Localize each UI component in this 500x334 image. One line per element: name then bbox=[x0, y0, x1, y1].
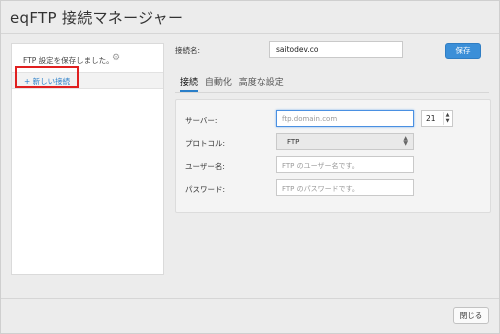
protocol-value: FTP bbox=[287, 138, 300, 146]
window-title: eqFTP 接続マネージャー bbox=[10, 9, 184, 27]
tab-connection[interactable]: 接続 bbox=[180, 75, 199, 92]
select-arrows-icon: ▲ ▼ bbox=[403, 135, 408, 147]
save-button[interactable]: 保存 bbox=[445, 43, 481, 59]
username-input[interactable]: FTP のユーザー名です。 bbox=[276, 156, 414, 173]
connection-manager-window: eqFTP 接続マネージャー FTP 設定を保存しました。 ⚙ + 新しい接続 … bbox=[0, 0, 500, 334]
footer-divider bbox=[1, 298, 499, 299]
gear-icon[interactable]: ⚙ bbox=[112, 53, 120, 63]
close-button[interactable]: 閉じる bbox=[453, 307, 489, 324]
annotation-highlight-box bbox=[15, 66, 79, 88]
password-input[interactable]: FTP のパスワードです。 bbox=[276, 179, 414, 196]
server-input[interactable]: ftp.domain.com bbox=[276, 110, 414, 127]
settings-tabs: 接続 自動化 高度な設定 bbox=[180, 75, 288, 92]
connection-form: サーバー: ftp.domain.com 21 ▲ ▼ プロトコル: FTP ▲ ▼… bbox=[175, 99, 491, 213]
save-status-message: FTP 設定を保存しました。 bbox=[23, 56, 114, 65]
username-label: ユーザー名: bbox=[185, 162, 225, 171]
server-label: サーバー: bbox=[185, 116, 218, 125]
port-value: 21 bbox=[426, 114, 436, 123]
tab-advanced[interactable]: 高度な設定 bbox=[239, 75, 284, 88]
protocol-label: プロトコル: bbox=[185, 139, 226, 148]
password-label: パスワード: bbox=[185, 185, 226, 194]
title-divider bbox=[1, 33, 499, 34]
protocol-select[interactable]: FTP ▲ ▼ bbox=[276, 133, 414, 150]
port-stepper[interactable]: ▲ ▼ bbox=[443, 112, 451, 125]
connection-name-label: 接続名: bbox=[175, 46, 201, 55]
tab-divider bbox=[175, 92, 489, 93]
tab-automation[interactable]: 自動化 bbox=[205, 75, 232, 88]
connection-name-input[interactable]: saitodev.co bbox=[269, 41, 403, 58]
port-input[interactable]: 21 ▲ ▼ bbox=[421, 110, 453, 127]
